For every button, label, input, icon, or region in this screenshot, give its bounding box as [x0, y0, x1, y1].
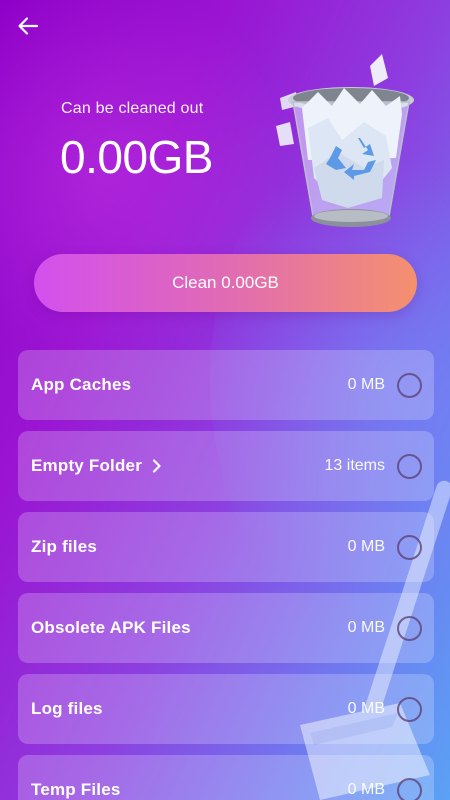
list-item-empty-folder[interactable]: Empty Folder 13 items — [18, 431, 434, 501]
list-item-zip-files[interactable]: Zip files 0 MB — [18, 512, 434, 582]
recycle-bin-icon — [276, 54, 414, 227]
select-radio[interactable] — [397, 696, 422, 722]
chevron-right-icon — [152, 459, 162, 473]
item-label: App Caches — [31, 375, 132, 394]
select-radio[interactable] — [397, 453, 422, 479]
list-item-obsolete-apk[interactable]: Obsolete APK Files 0 MB — [18, 593, 434, 663]
select-radio[interactable] — [397, 372, 422, 398]
item-value: 13 items — [324, 457, 385, 474]
item-label: Temp Files — [31, 780, 121, 799]
item-value: 0 MB — [347, 781, 385, 798]
item-label: Log files — [31, 699, 103, 718]
item-value: 0 MB — [347, 619, 385, 636]
select-radio[interactable] — [397, 777, 422, 800]
arrow-left-icon — [18, 17, 39, 35]
clean-button[interactable]: Clean 0.00GB — [34, 254, 417, 312]
cleanable-amount: 0.00GB — [60, 131, 214, 183]
item-label: Zip files — [31, 537, 98, 556]
list-item-temp-files[interactable]: Temp Files 0 MB — [18, 755, 434, 800]
item-value: 0 MB — [347, 538, 385, 555]
cleanable-label: Can be cleaned out — [61, 100, 204, 117]
item-label: Empty Folder — [31, 456, 162, 476]
back-button[interactable] — [14, 12, 42, 40]
item-value: 0 MB — [347, 700, 385, 717]
item-label-text: Empty Folder — [31, 456, 143, 475]
item-label: Obsolete APK Files — [31, 618, 191, 637]
list-item-app-caches[interactable]: App Caches 0 MB — [18, 350, 434, 420]
list-item-log-files[interactable]: Log files 0 MB — [18, 674, 434, 744]
select-radio[interactable] — [397, 534, 422, 560]
select-radio[interactable] — [397, 615, 422, 641]
item-value: 0 MB — [347, 376, 385, 393]
